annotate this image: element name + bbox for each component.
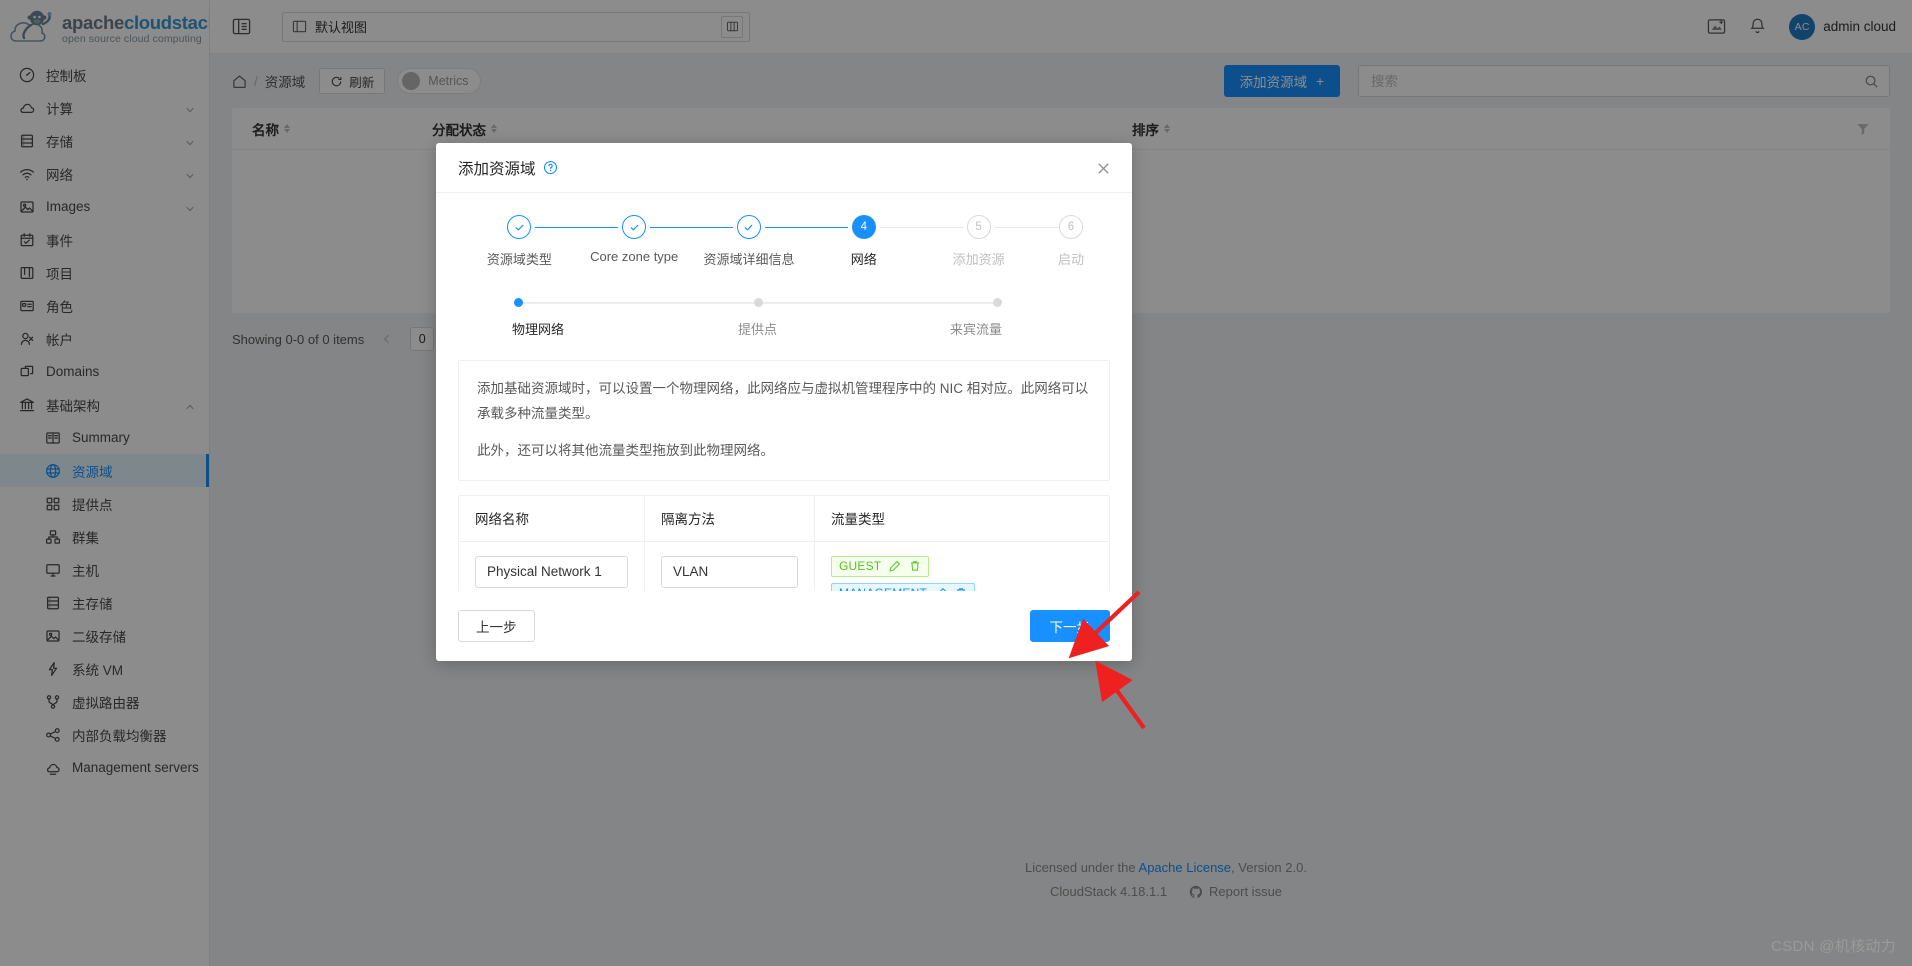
wizard-step-label: Core zone type: [590, 249, 679, 264]
wizard-step-connector: [879, 227, 963, 228]
traffic-tag-guest[interactable]: GUEST: [831, 555, 930, 577]
wizard-step-label: 启动: [1057, 252, 1084, 267]
add-zone-modal: 添加资源域 资源域类型 Core zone type 资源域详细信息 4 网络 5 添加资源…: [436, 143, 1132, 661]
wizard-step-label: 资源域类型: [486, 252, 552, 267]
wizard-substep-dot: [993, 298, 1002, 307]
wizard-step-connector: [535, 227, 619, 228]
wizard-step-connector: [764, 227, 848, 228]
wizard-step-marker: 6: [1058, 215, 1083, 239]
wizard-substep-label: 物理网络: [512, 322, 565, 337]
wizard-substep-label: 来宾流量: [949, 322, 1002, 337]
check-icon: [622, 215, 647, 239]
wizard-substep-dot: [753, 298, 763, 307]
edit-icon[interactable]: [935, 587, 947, 591]
edit-icon[interactable]: [889, 560, 901, 572]
question-circle-icon[interactable]: [543, 160, 558, 175]
close-icon[interactable]: [1092, 157, 1114, 179]
wizard-step-marker: 4: [851, 215, 876, 239]
wizard-step-1[interactable]: 资源域类型: [462, 215, 619, 268]
info-description-box: 添加基础资源域时，可以设置一个物理网络，此网络应与虚拟机管理程序中的 NIC 相…: [458, 360, 1110, 481]
network-name-cell: Physical Network 1: [459, 541, 645, 591]
info-paragraph-1: 添加基础资源域时，可以设置一个物理网络，此网络应与虚拟机管理程序中的 NIC 相…: [477, 381, 1089, 421]
watermark: CSDN @机核动力: [1771, 938, 1896, 955]
network-name-input[interactable]: Physical Network 1: [475, 555, 628, 588]
wizard-step-3[interactable]: 资源域详细信息: [692, 215, 848, 268]
wizard-step-4[interactable]: 4 网络: [806, 215, 963, 268]
wizard-substep-connector: [523, 302, 754, 304]
isolation-method-cell: VLAN: [645, 541, 815, 591]
wizard-substep-label: 提供点: [737, 322, 778, 337]
modal-title-text: 添加资源域: [458, 160, 536, 178]
wizard-step-label: 网络: [850, 252, 877, 267]
table-row: Physical Network 1 VLAN GUEST: [459, 541, 1109, 591]
wizard-step-label: 添加资源: [952, 252, 1005, 267]
wizard-substep-1[interactable]: 物理网络: [512, 298, 754, 338]
wizard-substep-connector: [762, 302, 993, 304]
wizard-substep-dot: [514, 298, 523, 307]
network-table-header: 网络名称 隔离方法 流量类型: [459, 495, 1109, 542]
delete-icon[interactable]: [955, 587, 967, 591]
column-header-network-name: 网络名称: [459, 495, 645, 541]
traffic-type-cell: GUEST: [815, 542, 1109, 591]
modal-body: 资源域类型 Core zone type 资源域详细信息 4 网络 5 添加资源 6 启动 物理…: [436, 193, 1132, 591]
traffic-tag-management[interactable]: MANAGEMENT: [831, 582, 976, 591]
next-step-button[interactable]: 下一步: [1029, 610, 1110, 642]
wizard-step-5[interactable]: 5 添加资源: [921, 215, 1078, 268]
wizard-step-marker: 5: [966, 215, 991, 239]
info-paragraph-2: 此外，还可以将其他流量类型拖放到此物理网络。: [477, 442, 774, 458]
modal-header: 添加资源域: [436, 143, 1132, 193]
check-icon: [736, 215, 761, 239]
traffic-tag-label: GUEST: [839, 559, 882, 574]
wizard-steps: 资源域类型 Core zone type 资源域详细信息 4 网络 5 添加资源 6 启动: [458, 215, 1110, 268]
physical-network-table: 网络名称 隔离方法 流量类型 Physical Network 1 VLAN G…: [458, 494, 1110, 591]
column-header-isolation-method: 隔离方法: [645, 495, 815, 541]
traffic-tag-label: MANAGEMENT: [839, 587, 927, 591]
modal-title: 添加资源域: [458, 157, 558, 179]
wizard-step-6[interactable]: 6 启动: [1036, 215, 1106, 268]
app-root: apachecloudstack˜ open source cloud comp…: [0, 0, 1912, 966]
wizard-step-2[interactable]: Core zone type: [577, 215, 733, 264]
wizard-step-label: 资源域详细信息: [703, 252, 795, 267]
check-icon: [507, 215, 532, 239]
wizard-substep-3[interactable]: 来宾流量: [950, 298, 1054, 338]
wizard-substeps: 物理网络 提供点 来宾流量: [458, 298, 1110, 338]
modal-footer: 上一步 下一步: [436, 591, 1132, 661]
previous-step-button[interactable]: 上一步: [458, 610, 535, 642]
delete-icon[interactable]: [909, 560, 921, 572]
isolation-method-select[interactable]: VLAN: [661, 555, 798, 588]
wizard-step-connector: [650, 227, 733, 228]
column-header-traffic-type: 流量类型: [831, 512, 885, 528]
